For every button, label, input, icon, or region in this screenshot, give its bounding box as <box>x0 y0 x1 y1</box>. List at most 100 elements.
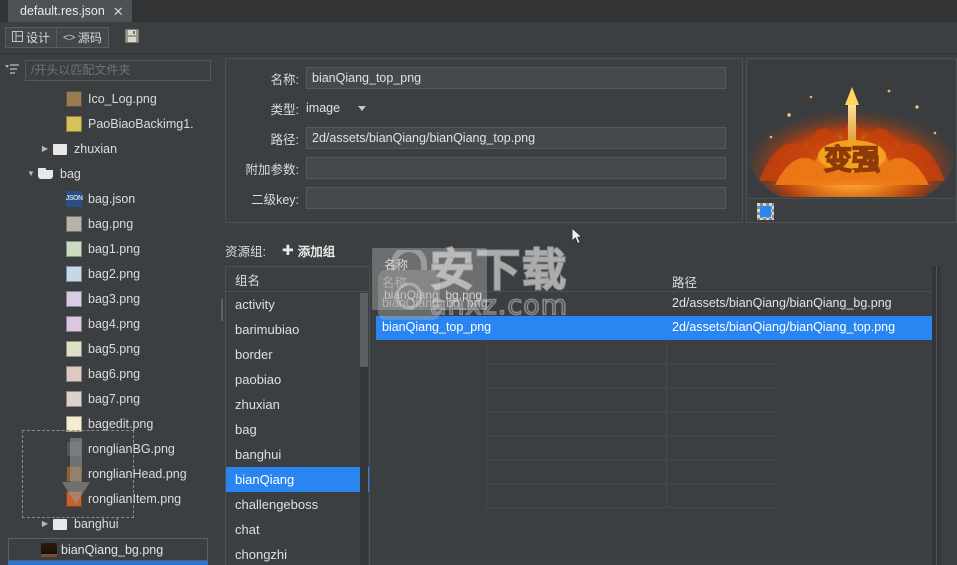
tree-item[interactable]: bag.png <box>0 211 219 236</box>
source-mode-label: 源码 <box>77 31 102 45</box>
add-group-button[interactable]: ✚ 添加组 <box>282 241 335 260</box>
close-icon[interactable]: ✕ <box>113 5 124 18</box>
tree-item[interactable]: bagedit.png <box>0 411 219 436</box>
table-row-empty[interactable] <box>376 388 941 412</box>
table-gridline <box>486 484 487 508</box>
resource-table-body: bianQiang_bg_png 2d/assets/bianQiang/bian… <box>376 292 941 508</box>
tree-item[interactable]: ronglianItem.png <box>0 486 219 511</box>
type-select[interactable]: image <box>306 101 367 115</box>
filter-icon[interactable] <box>4 63 20 77</box>
tree-item-label: bag.json <box>88 191 136 206</box>
table-row[interactable]: bianQiang_bg_png 2d/assets/bianQiang/bian… <box>376 292 941 316</box>
save-button[interactable] <box>123 29 141 47</box>
group-list-item[interactable]: zhuxian <box>226 392 369 417</box>
property-row: 名称: <box>226 63 742 93</box>
table-gridline <box>486 460 487 484</box>
tree-item[interactable]: bag5.png <box>0 336 219 361</box>
color-swatch[interactable] <box>757 203 774 220</box>
tree-filter-input[interactable] <box>25 59 211 81</box>
design-mode-button[interactable]: 设计 <box>6 28 56 47</box>
resource-tree-panel[interactable]: Ico_Log.png PaoBiaoBackimg1. ▶ zhuxian ▼ bag J… <box>0 86 219 565</box>
property-row: 二级key: <box>226 183 742 213</box>
tree-item[interactable]: bag4.png <box>0 311 219 336</box>
group-list-item[interactable]: bag <box>226 417 369 442</box>
chevron-down-icon[interactable]: ▼ <box>24 169 38 178</box>
table-row-empty[interactable] <box>376 340 941 364</box>
resource-table[interactable]: 名称 路径 bianQiang_bg_png 2d/assets/bianQian… <box>376 266 941 565</box>
tree-item-label: zhuxian <box>74 141 118 156</box>
type-select-value: image <box>306 101 341 115</box>
group-list-item[interactable]: challengeboss <box>226 492 369 517</box>
tree-item[interactable]: ▶ banghui <box>0 511 219 536</box>
table-gridline <box>666 460 667 484</box>
group-list-scroll-thumb[interactable] <box>360 293 368 367</box>
drag-ghost-label: bianQiang_bg.png <box>61 542 164 557</box>
table-gridline <box>666 388 667 412</box>
image-file-icon <box>66 490 82 507</box>
table-row-empty[interactable] <box>376 460 941 484</box>
tree-item-label: PaoBiaoBackimg1. <box>88 116 194 131</box>
table-row-empty[interactable] <box>376 364 941 388</box>
table-row-empty[interactable] <box>376 484 941 508</box>
tree-item[interactable]: ▼ bag <box>0 161 219 186</box>
source-mode-button[interactable]: <> 源码 <box>56 28 108 47</box>
tree-item[interactable]: bag1.png <box>0 236 219 261</box>
group-list-panel[interactable]: 组名 activity barimubiao border paobiao zhuxia… <box>225 266 370 565</box>
tree-item[interactable]: Ico_Log.png <box>0 86 219 111</box>
group-list-item[interactable]: bianQiang <box>226 467 369 492</box>
image-file-icon <box>66 240 82 257</box>
tree-item-label: bag5.png <box>88 341 141 356</box>
layout-icon <box>12 30 23 45</box>
group-list-item[interactable]: border <box>226 342 369 367</box>
tree-item[interactable]: PaoBiaoBackimg1. <box>0 111 219 136</box>
table-row-empty[interactable] <box>376 412 941 436</box>
resource-tree-list: Ico_Log.png PaoBiaoBackimg1. ▶ zhuxian ▼ bag J… <box>0 86 219 561</box>
property-label: 二级key: <box>251 192 299 207</box>
property-input[interactable] <box>306 157 726 179</box>
table-row-empty[interactable] <box>376 436 941 460</box>
column-header-path: 路径 <box>672 276 698 290</box>
json-file-icon: JSON <box>65 190 83 207</box>
design-mode-label: 设计 <box>26 31 51 45</box>
property-label: 名称: <box>270 72 299 87</box>
chevron-right-icon[interactable]: ▶ <box>38 144 52 153</box>
tree-item-label: bag.png <box>88 216 134 231</box>
tab-default-res-json[interactable]: default.res.json ✕ <box>8 0 132 22</box>
group-list-scrollbar[interactable] <box>360 293 368 565</box>
table-row[interactable]: bianQiang_top_png 2d/assets/bianQiang/bia… <box>376 316 941 340</box>
tree-item[interactable]: bag6.png <box>0 361 219 386</box>
tree-item[interactable]: ronglianBG.png <box>0 436 219 461</box>
resource-table-header: 名称 路径 <box>376 266 941 292</box>
tree-item-label: bag1.png <box>88 241 141 256</box>
group-list-item[interactable]: activity <box>226 292 369 317</box>
group-list-item[interactable]: chongzhi <box>226 542 369 565</box>
tree-item-label: banghui <box>74 516 119 531</box>
group-list-item[interactable]: banghui <box>226 442 369 467</box>
chevron-right-icon[interactable]: ▶ <box>38 519 52 528</box>
table-gridline <box>666 412 667 436</box>
group-list-item[interactable]: chat <box>226 517 369 542</box>
resource-group-label: 资源组: <box>225 244 266 259</box>
tree-item[interactable]: bag2.png <box>0 261 219 286</box>
tree-item[interactable]: ▶ zhuxian <box>0 136 219 161</box>
group-list-item[interactable]: paobiao <box>226 367 369 392</box>
group-list-header: 组名 <box>226 267 369 292</box>
tree-item[interactable]: JSON bag.json <box>0 186 219 211</box>
image-file-icon <box>41 542 57 557</box>
plus-icon: ✚ <box>281 242 294 258</box>
cell-name: bianQiang_bg_png <box>382 296 488 310</box>
table-gridline <box>486 388 487 412</box>
column-header-name: 名称 <box>382 276 408 290</box>
property-input[interactable] <box>306 187 726 209</box>
property-input[interactable] <box>306 67 726 89</box>
app-window: default.res.json ✕ 设计 <> 源码 /开头以匹配文件夹 Ic… <box>0 0 957 565</box>
tree-item[interactable]: ronglianHead.png <box>0 461 219 486</box>
group-list-item[interactable]: barimubiao <box>226 317 369 342</box>
table-gridline <box>666 436 667 460</box>
property-row: 路径: <box>226 123 742 153</box>
property-input[interactable] <box>306 127 726 149</box>
tree-filter-bar <box>0 54 219 86</box>
image-file-icon <box>66 90 82 107</box>
tree-item[interactable]: bag7.png <box>0 386 219 411</box>
tree-item[interactable]: bag3.png <box>0 286 219 311</box>
